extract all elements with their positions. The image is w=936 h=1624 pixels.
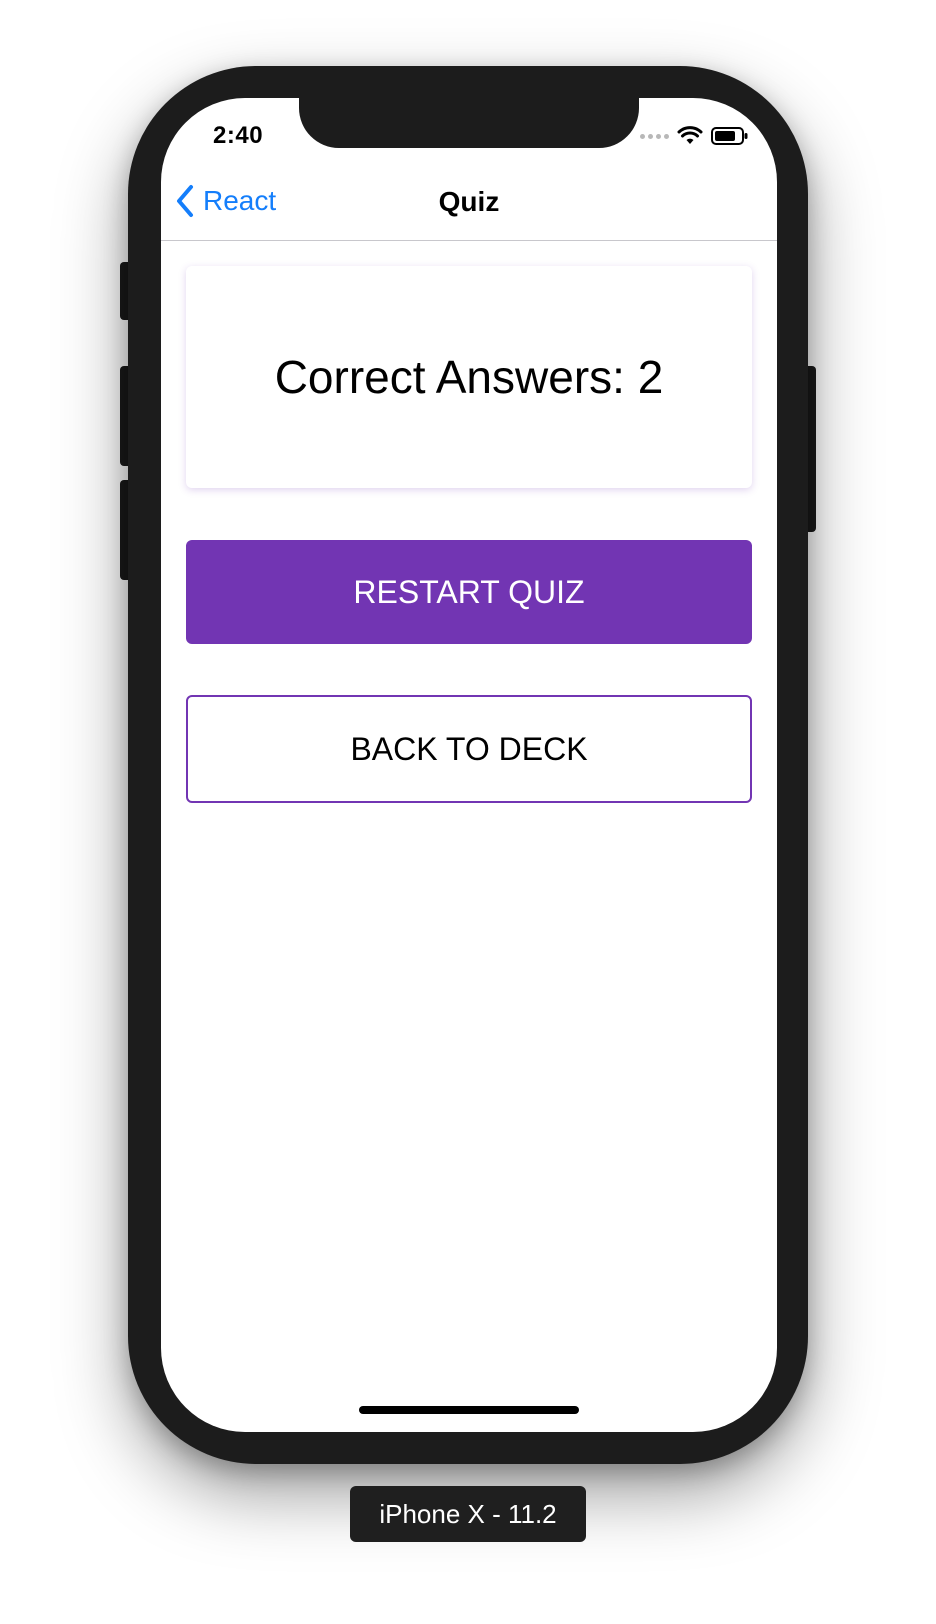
- device-label: iPhone X - 11.2: [350, 1486, 586, 1542]
- page-title: Quiz: [438, 186, 500, 217]
- result-card: Correct Answers: 2: [186, 266, 752, 488]
- battery-icon: [711, 127, 748, 145]
- status-time: 2:40: [213, 122, 264, 149]
- restart-quiz-button[interactable]: RESTART QUIZ: [186, 540, 752, 644]
- back-to-deck-button[interactable]: BACK TO DECK: [186, 695, 752, 803]
- status-icons: [640, 126, 749, 146]
- cellular-signal-icon: [640, 133, 669, 139]
- restart-quiz-label: RESTART QUIZ: [353, 573, 585, 610]
- notch: [299, 98, 639, 148]
- simulator-window: 2:40 React Quiz Correct Answers: 2 RESTA…: [0, 0, 936, 1624]
- wifi-icon: [677, 126, 703, 144]
- device-screen: 2:40 React Quiz Correct Answers: 2 RESTA…: [161, 98, 777, 1432]
- navigation-bar: React Quiz: [161, 178, 777, 241]
- back-to-deck-label: BACK TO DECK: [350, 730, 588, 767]
- correct-answers-text: Correct Answers: 2: [274, 351, 664, 403]
- home-indicator[interactable]: [359, 1406, 579, 1414]
